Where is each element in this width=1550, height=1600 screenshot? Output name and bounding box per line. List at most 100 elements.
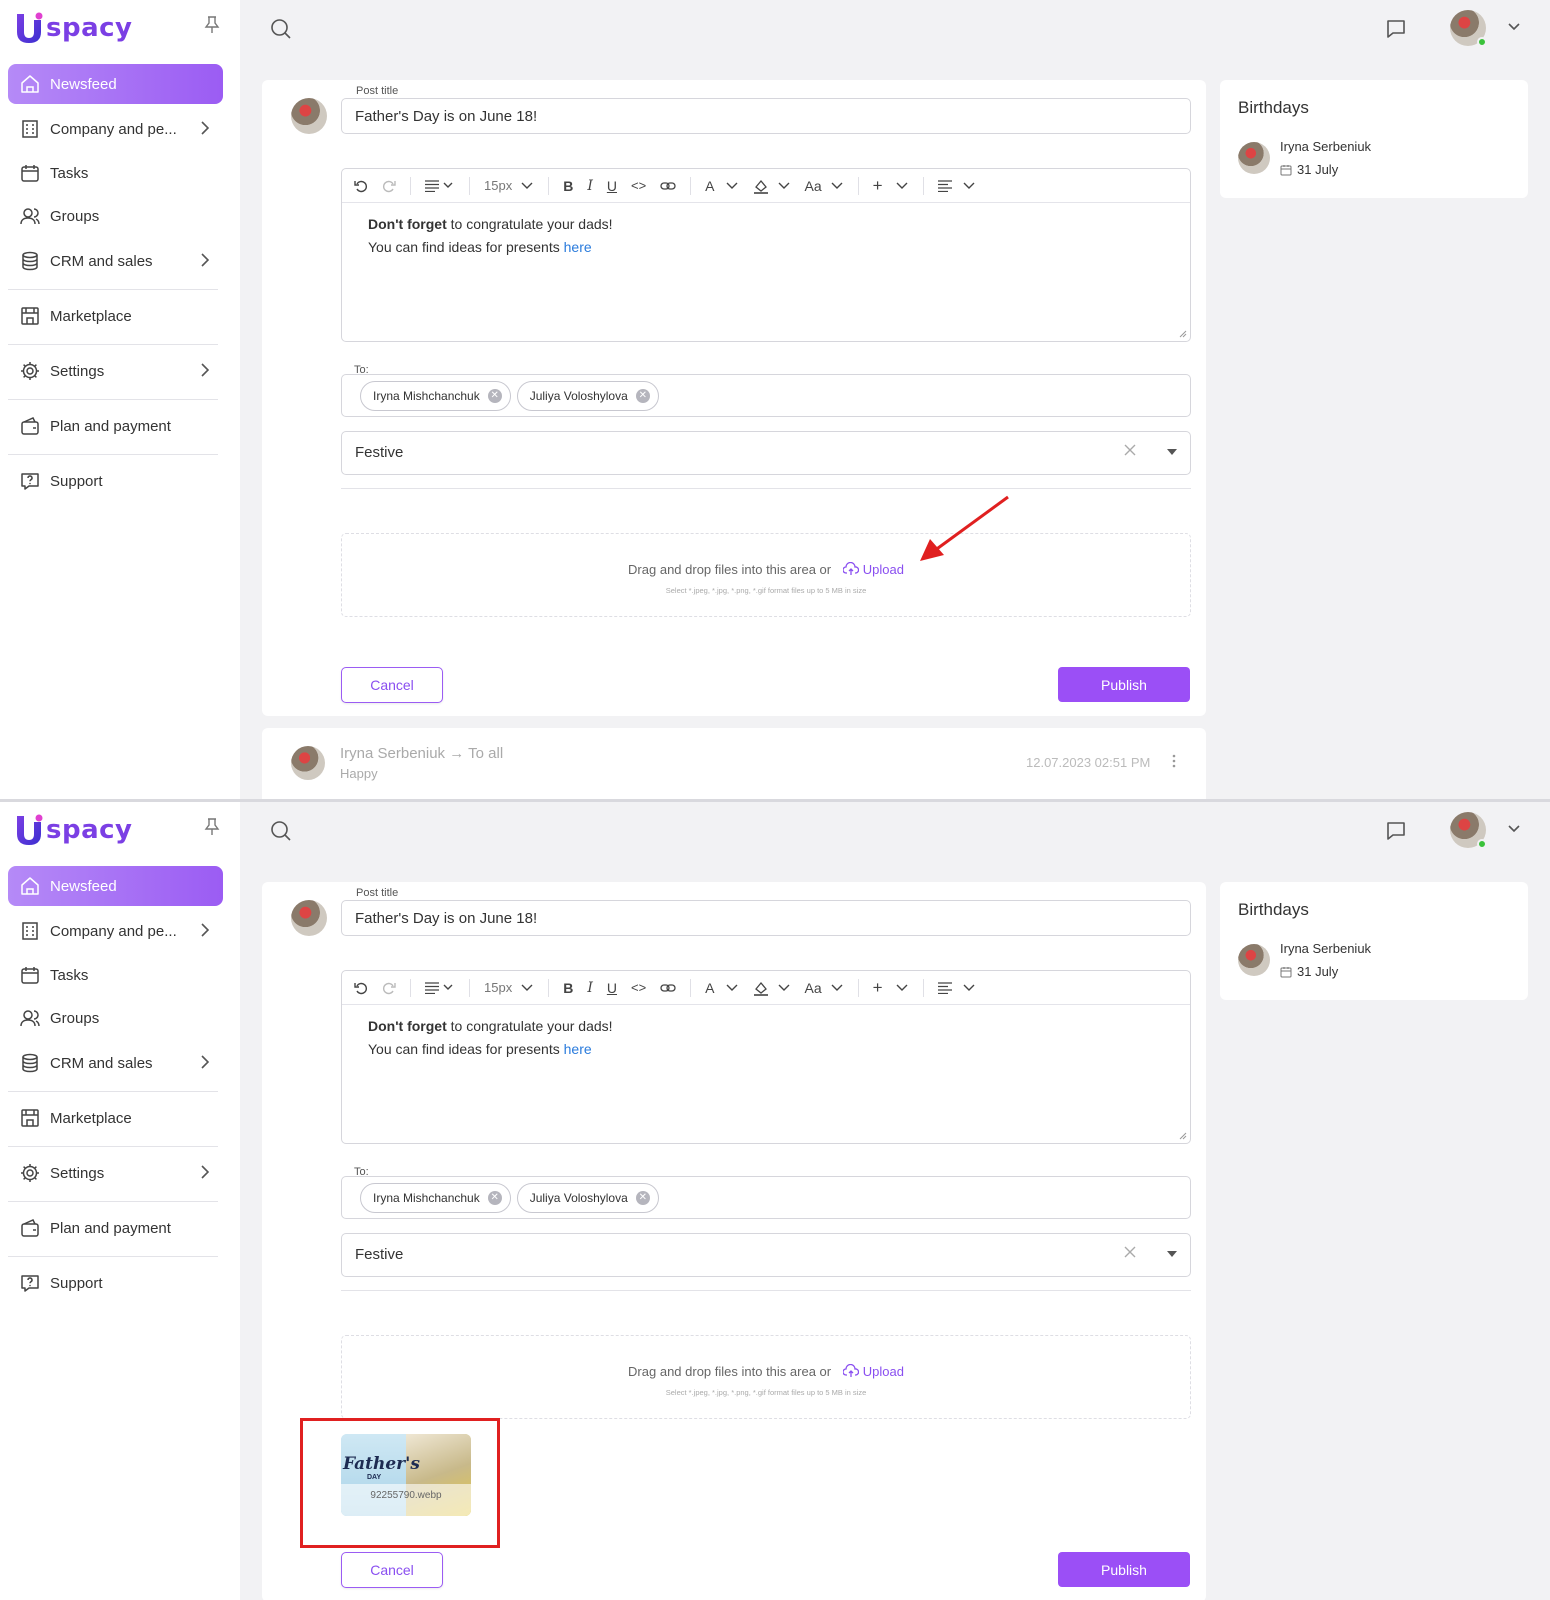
search-icon[interactable] [270,18,292,40]
link-icon[interactable] [660,176,676,196]
insert-menu[interactable]: + [873,978,909,998]
bold-button[interactable]: B [563,176,573,196]
italic-button[interactable]: I [587,978,593,998]
sidebar-item-company[interactable]: Company and pe... [8,911,223,951]
editor-content[interactable]: Don't forget to congratulate your dads! … [342,203,1190,269]
undo-icon[interactable] [354,176,368,196]
birthday-name[interactable]: Iryna Serbeniuk [1280,941,1371,956]
highlight-color-icon[interactable] [753,176,791,196]
editor-line-2: You can find ideas for presents here [368,1038,1164,1061]
sidebar-item-tasks[interactable]: Tasks [8,955,223,995]
text-case-select[interactable]: Aa [805,176,844,196]
resize-handle-icon[interactable] [1179,1132,1187,1140]
post-title-input[interactable]: Father's Day is on June 18! [341,900,1191,936]
insert-menu[interactable]: + [873,176,909,196]
sidebar-item-tasks[interactable]: Tasks [8,153,223,193]
feed-author-avatar[interactable] [291,746,325,780]
sidebar-divider [8,1146,218,1147]
calendar-icon [20,965,40,985]
clear-icon[interactable] [1124,444,1136,456]
presents-link[interactable]: here [564,239,592,255]
link-icon[interactable] [660,978,676,998]
presents-link[interactable]: here [564,1041,592,1057]
text-case-select[interactable]: Aa [805,978,844,998]
sidebar-item-plan[interactable]: Plan and payment [8,406,223,446]
editor-content[interactable]: Don't forget to congratulate your dads! … [342,1005,1190,1071]
italic-button[interactable]: I [587,176,593,196]
underline-button[interactable]: U [607,978,617,998]
search-icon[interactable] [270,820,292,842]
sidebar-item-crm[interactable]: CRM and sales [8,241,223,281]
cancel-button[interactable]: Cancel [341,1552,443,1588]
chat-icon[interactable] [1385,18,1407,40]
users-icon [20,1008,40,1028]
sidebar-item-crm[interactable]: CRM and sales [8,1043,223,1083]
pin-icon[interactable] [204,818,220,836]
sidebar-item-support[interactable]: Support [8,1263,223,1303]
birthday-name[interactable]: Iryna Serbeniuk [1280,139,1371,154]
recipients-field[interactable]: Iryna Mishchanchuk ✕ Juliya Voloshylova ✕ [341,1176,1191,1219]
align-icon[interactable] [937,978,976,998]
chat-icon[interactable] [1385,820,1407,842]
feed-author-name[interactable]: Iryna Serbeniuk [340,745,445,762]
sidebar-item-company[interactable]: Company and pe... [8,109,223,149]
sidebar-item-support[interactable]: Support [8,461,223,501]
font-size-select[interactable]: 15px [484,978,534,998]
underline-button[interactable]: U [607,176,617,196]
category-select[interactable]: Festive [341,1233,1191,1277]
align-icon[interactable] [937,176,976,196]
upload-link[interactable]: Upload [863,562,904,577]
rich-text-editor[interactable]: 15px B I U <> A Aa + Don't forget to con… [341,168,1191,342]
sidebar-item-newsfeed[interactable]: Newsfeed [8,866,223,906]
chevron-down-icon[interactable] [1508,23,1520,31]
highlight-color-icon[interactable] [753,978,791,998]
sidebar-item-newsfeed[interactable]: Newsfeed [8,64,223,104]
code-button[interactable]: <> [631,176,646,196]
font-color-select[interactable]: A [705,978,738,998]
resize-handle-icon[interactable] [1179,330,1187,338]
remove-recipient-icon[interactable]: ✕ [635,1190,650,1205]
font-size-select[interactable]: 15px [484,176,534,196]
file-dropzone[interactable]: Drag and drop files into this area or Up… [341,533,1191,617]
paragraph-format-icon[interactable] [425,978,455,998]
bold-button[interactable]: B [563,978,573,998]
post-title-input[interactable]: Father's Day is on June 18! [341,98,1191,134]
sidebar-item-marketplace[interactable]: Marketplace [8,1098,223,1138]
sidebar-item-plan[interactable]: Plan and payment [8,1208,223,1248]
remove-recipient-icon[interactable]: ✕ [487,388,502,403]
sidebar-item-settings[interactable]: Settings [8,351,223,391]
clear-icon[interactable] [1124,1246,1136,1258]
publish-button[interactable]: Publish [1058,1552,1190,1587]
file-dropzone[interactable]: Drag and drop files into this area or Up… [341,1335,1191,1419]
chevron-down-icon[interactable] [1508,825,1520,833]
birthday-avatar[interactable] [1238,142,1270,174]
paragraph-format-icon[interactable] [425,176,455,196]
recipients-field[interactable]: Iryna Mishchanchuk ✕ Juliya Voloshylova ✕ [341,374,1191,417]
more-options-icon[interactable] [1172,754,1176,768]
sidebar-item-groups[interactable]: Groups [8,998,223,1038]
pin-icon[interactable] [204,16,220,34]
redo-icon[interactable] [382,176,396,196]
publish-button[interactable]: Publish [1058,667,1190,702]
remove-recipient-icon[interactable]: ✕ [487,1190,502,1205]
rich-text-editor[interactable]: 15px B I U <> A Aa + Don't forget to con… [341,970,1191,1144]
undo-icon[interactable] [354,978,368,998]
app-logo[interactable]: spacy [14,10,133,46]
sidebar-item-marketplace[interactable]: Marketplace [8,296,223,336]
remove-recipient-icon[interactable]: ✕ [635,388,650,403]
font-color-select[interactable]: A [705,176,738,196]
sidebar-item-settings[interactable]: Settings [8,1153,223,1193]
toolbar-divider [469,176,470,195]
help-icon [20,1273,40,1293]
redo-icon[interactable] [382,978,396,998]
category-select[interactable]: Festive [341,431,1191,475]
caret-down-icon[interactable] [1167,1251,1177,1257]
code-button[interactable]: <> [631,978,646,998]
sidebar-item-groups[interactable]: Groups [8,196,223,236]
birthday-avatar[interactable] [1238,944,1270,976]
cancel-button[interactable]: Cancel [341,667,443,703]
caret-down-icon[interactable] [1167,449,1177,455]
store-icon [20,306,40,326]
upload-link[interactable]: Upload [863,1364,904,1379]
app-logo[interactable]: spacy [14,812,133,848]
